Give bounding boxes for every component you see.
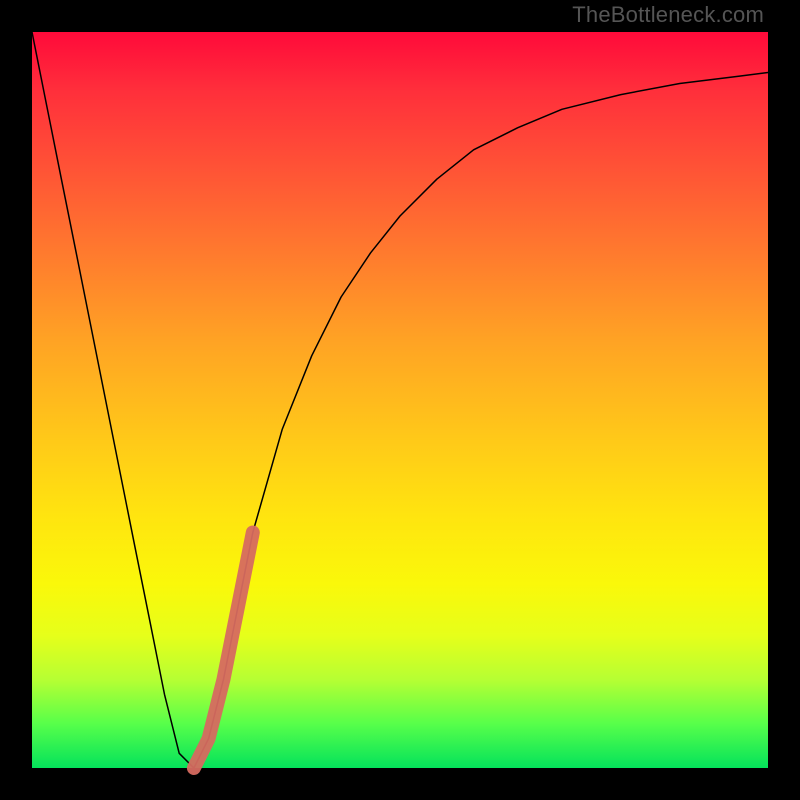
- chart-frame: TheBottleneck.com: [0, 0, 800, 800]
- highlight-segment: [194, 533, 253, 769]
- bottleneck-curve: [32, 32, 768, 768]
- watermark-text: TheBottleneck.com: [572, 2, 764, 28]
- curve-overlay: [32, 32, 768, 768]
